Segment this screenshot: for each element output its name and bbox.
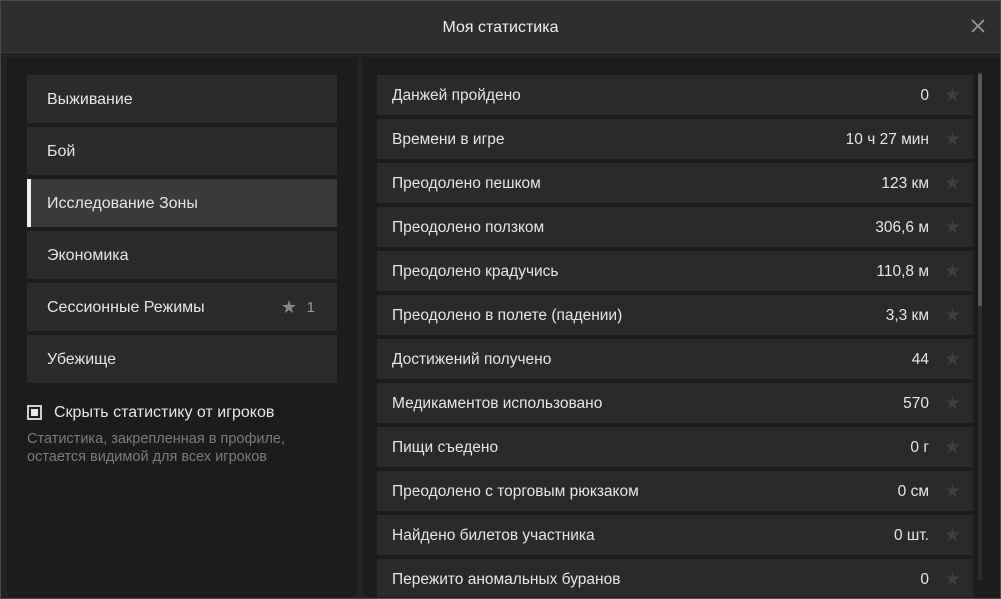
category-label: Экономика [47,247,129,264]
scrollbar-thumb[interactable] [978,74,982,306]
stat-row: Преодолено с торговым рюкзаком 0 см ★ [377,471,973,511]
stat-row: Пережито аномальных буранов 0 ★ [377,559,973,597]
star-icon: ★ [280,297,297,317]
stats-list: Данжей пройдено 0 ★ Времени в игре 10 ч 27 м… [377,75,973,597]
stat-name: Медикаментов использовано [392,395,603,412]
pin-star-icon[interactable]: ★ [944,260,961,283]
category-item[interactable]: Бой [27,127,337,175]
stat-name: Преодолено в полете (падении) [392,307,623,324]
stat-value: 0 см [897,483,929,500]
stat-row: Пищи съедено 0 г ★ [377,427,973,467]
stat-value: 570 [903,395,929,412]
stat-row: Данжей пройдено 0 ★ [377,75,973,115]
category-item[interactable]: Исследование Зоны [27,179,337,227]
category-label: Выживание [47,91,133,108]
stat-value: 0 г [910,439,929,456]
stats-panel: Данжей пройдено 0 ★ Времени в игре 10 ч 27 м… [363,57,1000,597]
stat-name: Времени в игре [392,131,505,148]
stat-row: Преодолено крадучись 110,8 м ★ [377,251,973,291]
close-icon [971,19,985,33]
category-menu: Выживание Бой Исследование Зоны Экономика Се… [27,75,337,387]
pin-star-icon[interactable]: ★ [944,84,961,107]
stat-name: Преодолено ползком [392,219,545,236]
stat-value: 123 км [881,175,929,192]
stat-value: 110,8 м [876,263,929,280]
category-item[interactable]: Убежище [27,335,337,383]
category-label: Сессионные Режимы [47,299,205,316]
stat-row: Достижений получено 44 ★ [377,339,973,379]
privacy-hint: Статистика, закрепленная в профиле, оста… [27,431,286,465]
pinned-count: 1 [306,299,315,316]
pin-star-icon[interactable]: ★ [944,128,961,151]
pin-star-icon[interactable]: ★ [944,172,961,195]
pin-star-icon[interactable]: ★ [944,524,961,547]
category-label: Убежище [47,351,117,368]
category-label: Бой [47,143,76,160]
pin-star-icon[interactable]: ★ [944,392,961,415]
pin-star-icon[interactable]: ★ [944,568,961,591]
stat-row: Времени в игре 10 ч 27 мин ★ [377,119,973,159]
pin-star-icon[interactable]: ★ [944,304,961,327]
stat-row: Преодолено ползком 306,6 м ★ [377,207,973,247]
statistics-window: Моя статистика Выживание Бой Исследование … [0,0,1001,599]
hide-stats-row[interactable]: Скрыть статистику от игроков [27,404,337,426]
stat-value: 0 [920,571,929,588]
stat-name: Найдено билетов участника [392,527,595,544]
stat-name: Преодолено крадучись [392,263,559,280]
stat-value: 44 [911,351,929,368]
stat-value: 3,3 км [885,307,929,324]
stat-name: Пищи съедено [392,439,499,456]
stat-value: 0 [920,87,929,104]
stat-value: 10 ч 27 мин [845,131,929,148]
stat-row: Найдено билетов участника 0 шт. ★ [377,515,973,555]
hide-stats-label[interactable]: Скрыть статистику от игроков [54,404,274,422]
pin-star-icon[interactable]: ★ [944,436,961,459]
hide-stats-checkbox[interactable] [27,405,42,420]
stat-row: Медикаментов использовано 570 ★ [377,383,973,423]
stat-name: Пережито аномальных буранов [392,571,621,588]
window-title: Моя статистика [442,19,559,36]
stat-name: Достижений получено [392,351,552,368]
stat-name: Преодолено пешком [392,175,541,192]
pin-star-icon[interactable]: ★ [944,216,961,239]
stat-value: 0 шт. [893,527,929,544]
category-item[interactable]: Сессионные Режимы ★ 1 [27,283,337,331]
stat-name: Данжей пройдено [392,87,521,104]
pin-star-icon[interactable]: ★ [944,480,961,503]
stat-value: 306,6 м [875,219,929,236]
title-bar: Моя статистика [1,1,1000,53]
category-panel: Выживание Бой Исследование Зоны Экономика Се… [7,57,357,597]
stat-row: Преодолено пешком 123 км ★ [377,163,973,203]
stat-name: Преодолено с торговым рюкзаком [392,483,639,500]
category-item[interactable]: Выживание [27,75,337,123]
stats-scrollbar[interactable] [978,72,982,580]
stat-row: Преодолено в полете (падении) 3,3 км ★ [377,295,973,335]
category-label: Исследование Зоны [47,195,198,212]
pin-star-icon[interactable]: ★ [944,348,961,371]
close-button[interactable] [968,16,988,36]
category-item[interactable]: Экономика [27,231,337,279]
